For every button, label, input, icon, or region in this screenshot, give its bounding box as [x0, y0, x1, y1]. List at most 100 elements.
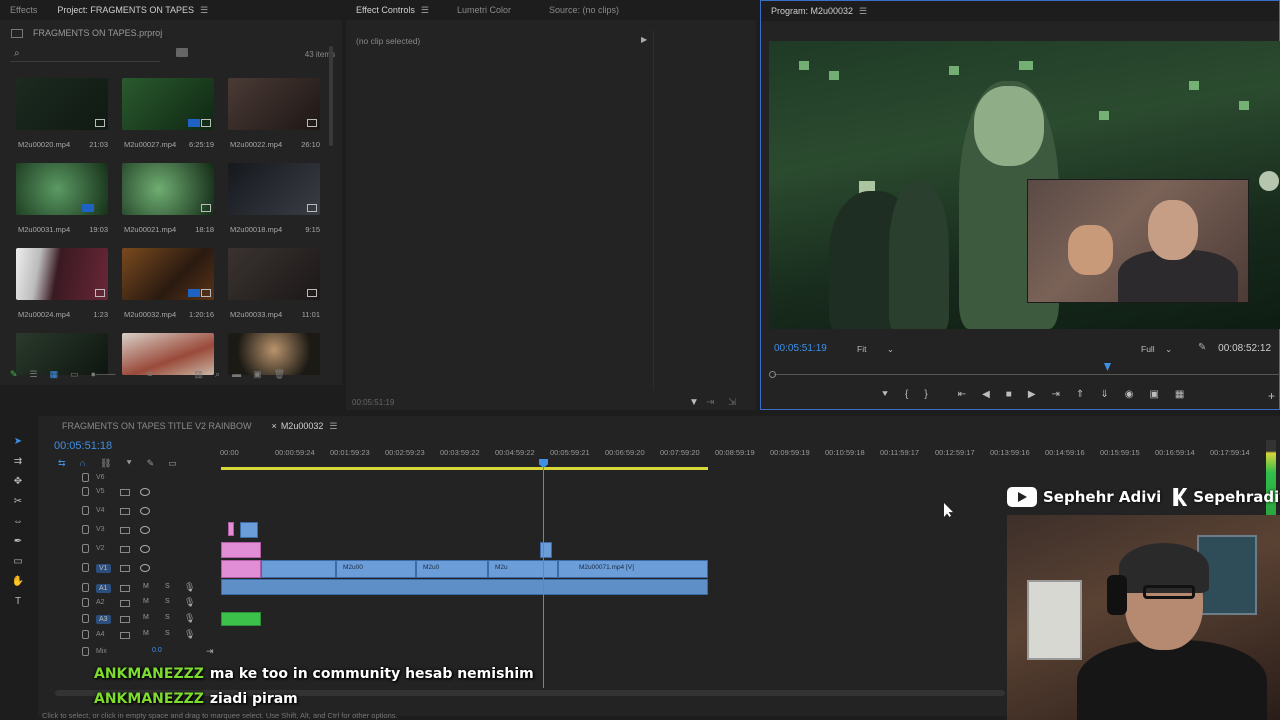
zoom-slider[interactable]: ●─── [91, 369, 116, 379]
track-label[interactable]: V6 [96, 474, 105, 481]
track-label[interactable]: A1 [96, 584, 111, 593]
clip-item[interactable]: M2u00033.mp4 11:01 [228, 248, 320, 319]
timeline-clip[interactable] [228, 522, 234, 536]
lock-icon[interactable] [82, 473, 89, 482]
mute-button[interactable]: M [143, 614, 149, 621]
timeline-clip[interactable] [240, 522, 258, 538]
stop-icon[interactable]: ■ [1006, 389, 1012, 400]
timeline-clip[interactable]: M2u0 [416, 560, 488, 578]
icon-view-icon[interactable]: ▦ [50, 369, 59, 380]
lock-icon[interactable] [82, 506, 89, 515]
tab-sequence-m2u00032[interactable]: × M2u00032 ☰ [262, 416, 348, 436]
track-label[interactable]: V4 [96, 507, 105, 514]
play-icon[interactable]: ▶ [1028, 389, 1036, 400]
pen-tool-icon[interactable]: ✒ [11, 536, 25, 548]
panel-menu-icon[interactable]: ☰ [859, 1, 867, 21]
track-label[interactable]: V1 [96, 564, 111, 573]
lock-icon[interactable] [82, 630, 89, 639]
selection-tool-icon[interactable]: ➤ [11, 436, 25, 448]
clip-item[interactable]: M2u00024.mp4 1:23 [16, 248, 108, 319]
solo-button[interactable]: S [165, 630, 170, 637]
new-bin-icon[interactable] [176, 48, 188, 57]
eye-icon[interactable] [140, 526, 150, 534]
export-icon[interactable]: ⇥ [706, 397, 714, 408]
captions-icon[interactable]: ▭ [168, 458, 177, 469]
sync-lock-icon[interactable] [120, 565, 130, 572]
find-icon[interactable]: ⌕ [215, 369, 220, 380]
comparison-view-icon[interactable]: ▣ [1149, 389, 1158, 400]
mic-icon[interactable]: 🎙︎ [184, 582, 195, 593]
tab-sequence-title[interactable]: FRAGMENTS ON TAPES TITLE V2 RAINBOW [52, 416, 262, 436]
tab-project[interactable]: Project: FRAGMENTS ON TAPES ☰ [47, 0, 218, 20]
list-view-icon[interactable]: ☰ [30, 369, 38, 380]
audio-clip[interactable] [221, 612, 261, 626]
clip-item[interactable]: M2u00031.mp4 19:03 [16, 163, 108, 234]
automate-icon[interactable]: ▥ [195, 369, 204, 380]
settings-wrench-icon[interactable]: ✎ [147, 458, 155, 469]
mix-value[interactable]: 0.0 [152, 647, 162, 654]
lock-icon[interactable] [82, 487, 89, 496]
panel-menu-icon[interactable]: ☰ [329, 416, 337, 436]
track-label[interactable]: V2 [96, 545, 105, 552]
project-search-input[interactable] [10, 46, 160, 62]
trash-icon[interactable]: 🗑︎ [274, 369, 285, 380]
clip-item[interactable]: M2u00022.mp4 26:10 [228, 78, 320, 149]
close-icon[interactable]: × [272, 421, 277, 431]
tab-program[interactable]: Program: M2u00032 ☰ [761, 1, 877, 21]
timeline-playhead[interactable] [543, 460, 544, 688]
hand-tool-icon[interactable]: ✋ [11, 576, 25, 588]
mark-out-icon[interactable]: } [924, 389, 927, 400]
tab-source[interactable]: Source: (no clips) [539, 0, 629, 20]
sync-lock-icon[interactable] [120, 489, 130, 496]
mic-icon[interactable]: 🎙︎ [184, 597, 195, 608]
track-label[interactable]: A3 [96, 615, 111, 624]
timeline-clip[interactable]: M2u00071.mp4 [V] [558, 560, 708, 578]
timeline-clip[interactable] [221, 542, 261, 558]
mute-button[interactable]: M [143, 583, 149, 590]
timeline-ruler[interactable]: 00:00 00:00:59:24 00:01:59:23 00:02:59:23 00… [220, 448, 1260, 462]
wrench-icon[interactable]: ✎ [1198, 342, 1206, 353]
lock-icon[interactable] [82, 525, 89, 534]
add-marker-icon[interactable]: ⯆ [881, 389, 889, 400]
panel-menu-icon[interactable]: ☰ [421, 0, 429, 20]
timeline-clip[interactable]: M2u00 [336, 560, 416, 578]
track-label[interactable]: A4 [96, 631, 105, 638]
zoom-handle-left[interactable] [769, 371, 776, 378]
timeline-clip[interactable] [221, 560, 261, 578]
track-label[interactable]: V3 [96, 526, 105, 533]
lock-icon[interactable] [82, 598, 89, 607]
clip-item[interactable]: M2u00032.mp4 1:20:16 [122, 248, 214, 319]
eye-icon[interactable] [140, 564, 150, 572]
clip-item[interactable]: M2u00027.mp4 6:25:19 [122, 78, 214, 149]
collapse-icon[interactable]: ⇲ [728, 397, 736, 408]
track-label[interactable]: V5 [96, 488, 105, 495]
solo-button[interactable]: S [165, 598, 170, 605]
timeline-clip[interactable]: M2u [488, 560, 558, 578]
clip-item[interactable]: M2u00018.mp4 9:15 [228, 163, 320, 234]
filter-icon[interactable]: ▼ [689, 397, 699, 408]
timeline-clip[interactable] [540, 542, 552, 558]
tab-lumetri-color[interactable]: Lumetri Color [447, 0, 521, 20]
project-scrollbar[interactable] [329, 46, 333, 146]
clip-item[interactable]: M2u00020.mp4 21:03 [16, 78, 108, 149]
lock-icon[interactable] [82, 563, 89, 572]
lock-icon[interactable] [82, 583, 89, 592]
snap-icon[interactable]: ∩ [80, 458, 86, 469]
step-back-icon[interactable]: ◀ [982, 389, 990, 400]
mic-icon[interactable]: 🎙︎ [184, 629, 195, 640]
lock-icon[interactable] [82, 647, 89, 656]
eye-icon[interactable] [140, 545, 150, 553]
lift-icon[interactable]: ⇑ [1076, 389, 1084, 400]
mic-icon[interactable]: 🎙︎ [184, 613, 195, 624]
timeline-clip[interactable] [261, 560, 336, 578]
solo-button[interactable]: S [165, 614, 170, 621]
tab-effects[interactable]: Effects [0, 0, 47, 20]
new-bin-footer-icon[interactable]: ▬ [232, 369, 241, 379]
razor-tool-icon[interactable]: ✂ [11, 496, 25, 508]
clip-item[interactable]: M2u00021.mp4 18:18 [122, 163, 214, 234]
lock-icon[interactable] [82, 614, 89, 623]
go-to-in-icon[interactable]: ⇤ [958, 389, 966, 400]
sync-lock-icon[interactable] [120, 527, 130, 534]
sort-icon[interactable]: ≡ [147, 369, 152, 379]
resolution-select[interactable]: Full ⌄ [1141, 344, 1172, 355]
